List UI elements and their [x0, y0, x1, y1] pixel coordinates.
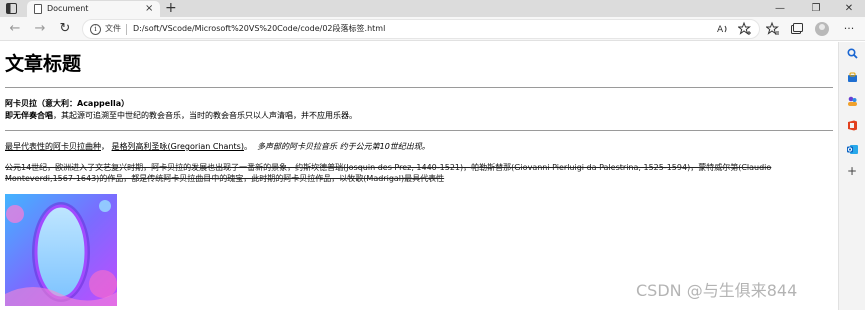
- separator-text: ，: [101, 142, 109, 151]
- horizontal-rule: [5, 130, 833, 131]
- more-icon[interactable]: ···: [842, 21, 856, 37]
- paragraph-acappella: 阿卡贝拉（意大利：Acappella） 即无伴奏合唱，其起源可追溯至中世纪的教会…: [5, 98, 357, 122]
- underlined-text: 是格列高利圣咏(Gregorian Chants): [111, 142, 244, 151]
- outlook-icon[interactable]: [847, 144, 858, 155]
- browser-toolbar: ← → ↻ i 文件 D:/soft/VScode/Microsoft%20VS…: [0, 17, 865, 41]
- tab-close-button[interactable]: ×: [145, 2, 153, 15]
- watermark-text: CSDN @与生俱来844: [636, 281, 798, 300]
- page-content: 文章标题 阿卡贝拉（意大利：Acappella） 即无伴奏合唱，其起源可追溯至中…: [0, 42, 838, 310]
- url-text[interactable]: D:/soft/VScode/Microsoft%20VS%20Code/cod…: [133, 23, 385, 35]
- info-icon[interactable]: i: [90, 24, 101, 35]
- close-window-button[interactable]: ✕: [834, 1, 864, 16]
- address-bar[interactable]: i 文件 D:/soft/VScode/Microsoft%20VS%20Cod…: [82, 19, 760, 39]
- horizontal-rule: [5, 87, 833, 88]
- file-scheme-label: 文件: [105, 24, 121, 33]
- favorites-icon[interactable]: [766, 21, 780, 37]
- back-button[interactable]: ←: [6, 20, 24, 38]
- restore-button[interactable]: ❐: [801, 1, 831, 16]
- address-divider: [126, 24, 127, 35]
- collections-icon[interactable]: [790, 21, 804, 37]
- shopping-icon[interactable]: [847, 72, 858, 83]
- profile-icon[interactable]: [815, 22, 829, 36]
- search-icon[interactable]: [847, 48, 858, 59]
- people-icon[interactable]: [847, 96, 858, 107]
- paragraph-text: ，其起源可追溯至中世纪的教会音乐，当时的教会音乐只以人声清唱，并不应用乐器。: [53, 111, 357, 120]
- edge-sidebar: +: [838, 42, 865, 310]
- strikethrough-paragraph: 公元14世纪，欧洲进入了文艺复兴时期，阿卡贝拉的发展也出现了一番新的景象，约斯坎…: [5, 163, 772, 183]
- workspaces-icon[interactable]: [6, 3, 17, 14]
- minimize-button[interactable]: —: [765, 1, 795, 16]
- office-icon[interactable]: [847, 120, 858, 131]
- read-aloud-icon[interactable]: A: [716, 21, 730, 37]
- browser-tab[interactable]: Document ×: [27, 1, 160, 17]
- period-text: 。: [243, 142, 252, 151]
- decorative-image: [5, 194, 117, 306]
- tab-title: Document: [47, 4, 89, 13]
- document-icon: [34, 4, 42, 14]
- page-title: 文章标题: [5, 53, 82, 75]
- favorite-add-icon[interactable]: [738, 21, 752, 37]
- italic-text: 多声部的阿卡贝拉音乐 约于公元第10世纪出现。: [257, 142, 430, 151]
- new-tab-button[interactable]: +: [165, 0, 177, 16]
- paragraph-history: 最早代表性的阿卡贝拉曲种， 是格列高利圣咏(Gregorian Chants)。…: [5, 141, 430, 153]
- forward-button[interactable]: →: [31, 20, 49, 38]
- underlined-text: 最早代表性的阿卡贝拉曲种: [5, 142, 101, 151]
- refresh-button[interactable]: ↻: [56, 20, 74, 38]
- tab-strip: Document × + — ❐ ✕: [0, 0, 865, 17]
- bold-phrase: 即无伴奏合唱: [5, 111, 53, 120]
- add-icon[interactable]: +: [847, 164, 857, 178]
- svg-text:A: A: [717, 25, 724, 35]
- paragraph-heading: 阿卡贝拉（意大利：Acappella）: [5, 99, 130, 108]
